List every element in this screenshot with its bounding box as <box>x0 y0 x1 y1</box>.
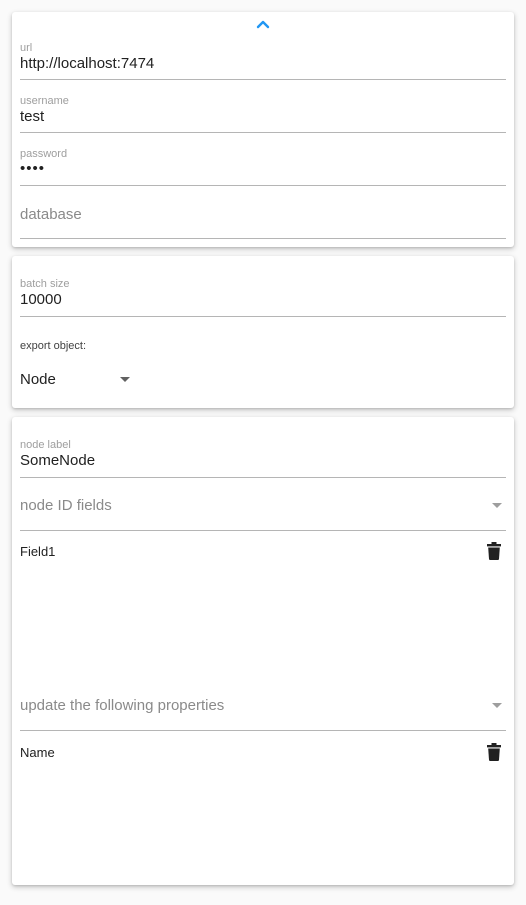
export-object-value: Node <box>20 370 56 388</box>
password-label: password <box>20 148 68 160</box>
batch-size-label: batch size <box>20 278 70 290</box>
update-properties-select[interactable]: update the following properties <box>20 697 506 731</box>
node-id-fields-underline <box>20 530 506 531</box>
property-item: Name <box>20 745 55 760</box>
node-settings-card: node label SomeNode node ID fields Field… <box>12 417 514 885</box>
caret-down-icon <box>120 376 130 382</box>
export-object-select[interactable]: Node <box>20 369 130 389</box>
batch-size-value[interactable]: 10000 <box>20 291 62 308</box>
url-label: url <box>20 42 33 54</box>
node-id-fields-placeholder: node ID fields <box>20 497 112 514</box>
url-field[interactable]: url http://localhost:7474 <box>20 42 506 82</box>
node-label-field[interactable]: node label SomeNode <box>20 439 506 479</box>
connection-card: url http://localhost:7474 username test … <box>12 12 514 247</box>
database-field[interactable]: database <box>20 205 506 241</box>
chevron-up-icon <box>256 20 270 29</box>
caret-down-icon <box>492 503 502 508</box>
password-underline <box>20 185 506 186</box>
url-value[interactable]: http://localhost:7474 <box>20 55 154 72</box>
username-value[interactable]: test <box>20 108 44 125</box>
database-underline <box>20 238 506 239</box>
password-value[interactable]: •••• <box>20 160 45 177</box>
list-item: Field1 <box>20 539 506 563</box>
database-placeholder: database <box>20 206 82 223</box>
batch-size-underline <box>20 316 506 317</box>
collapse-button[interactable] <box>253 14 273 34</box>
node-label-underline <box>20 477 506 478</box>
batch-size-field[interactable]: batch size 10000 <box>20 278 506 318</box>
username-label: username <box>20 95 69 107</box>
list-item: Name <box>20 740 506 764</box>
node-id-fields-select[interactable]: node ID fields <box>20 497 506 531</box>
update-properties-placeholder: update the following properties <box>20 697 225 714</box>
trash-icon <box>487 542 501 560</box>
node-label-value[interactable]: SomeNode <box>20 452 95 469</box>
trash-icon <box>487 743 501 761</box>
export-settings-card: batch size 10000 export object: Node <box>12 256 514 408</box>
url-underline <box>20 79 506 80</box>
password-field[interactable]: password •••• <box>20 148 506 188</box>
username-field[interactable]: username test <box>20 95 506 135</box>
delete-property-button[interactable] <box>482 740 506 764</box>
caret-down-icon <box>492 703 502 708</box>
export-object-label: export object: <box>20 340 87 352</box>
username-underline <box>20 132 506 133</box>
delete-id-field-button[interactable] <box>482 539 506 563</box>
update-properties-underline <box>20 730 506 731</box>
node-label-label: node label <box>20 439 71 451</box>
id-field-item: Field1 <box>20 544 56 559</box>
